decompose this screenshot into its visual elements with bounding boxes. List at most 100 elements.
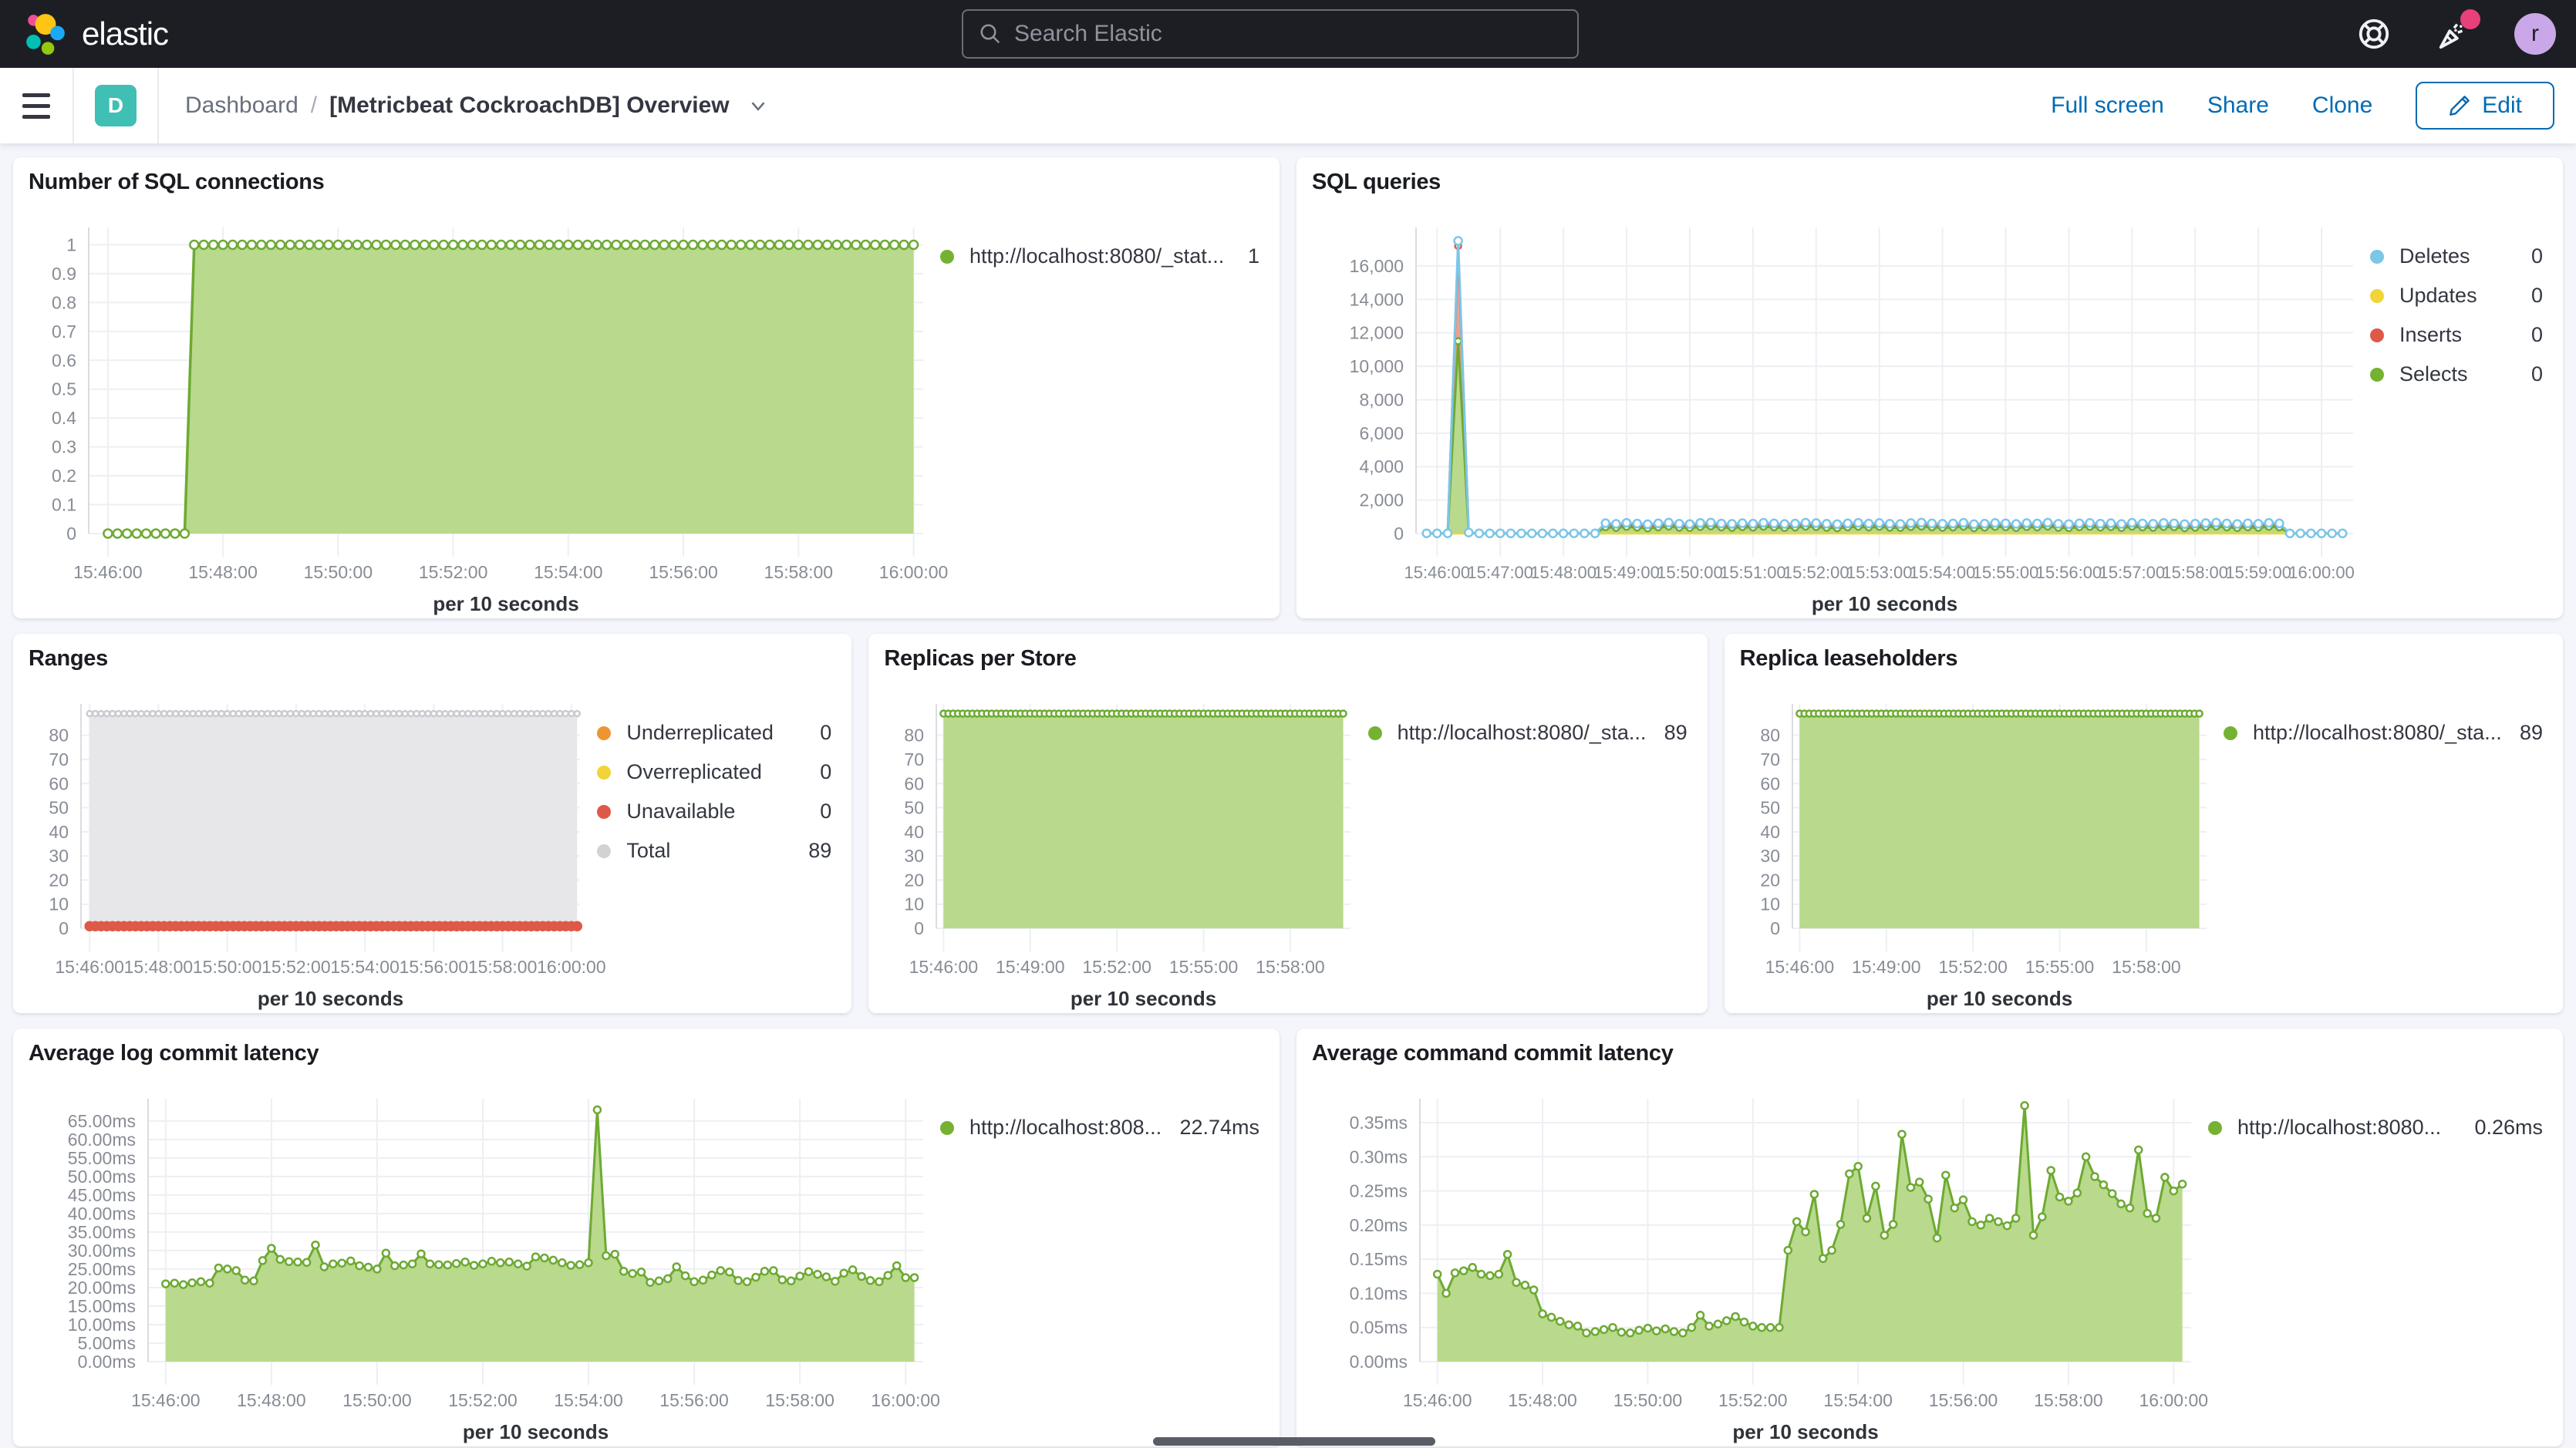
legend-item[interactable]: Updates0 [2370, 284, 2543, 308]
svg-text:15:48:00: 15:48:00 [1530, 563, 1597, 582]
legend-value: 0 [820, 721, 831, 745]
chevron-down-icon[interactable] [747, 94, 770, 117]
share-button[interactable]: Share [2207, 93, 2269, 119]
svg-text:16:00:00: 16:00:00 [2139, 1390, 2209, 1410]
svg-text:15:52:00: 15:52:00 [419, 562, 488, 582]
breadcrumb-separator: / [311, 93, 317, 119]
replicas-per-store-chart[interactable]: 0102030405060708015:46:0015:49:0015:52:0… [884, 672, 1367, 1005]
legend-value: 1 [1248, 244, 1259, 268]
svg-text:50.00ms: 50.00ms [68, 1167, 136, 1187]
chart-legend: http://localhost:8080/_stat... 1 [940, 195, 1264, 611]
svg-text:15:51:00: 15:51:00 [1720, 563, 1786, 582]
legend-item[interactable]: Overreplicated0 [597, 760, 831, 784]
svg-text:15:52:00: 15:52:00 [1783, 563, 1849, 582]
panel-replicas-per-store: Replicas per Store 0102030405060708015:4… [868, 634, 1707, 1013]
global-search-input[interactable]: Search Elastic [962, 9, 1579, 59]
svg-text:15:48:00: 15:48:00 [1508, 1390, 1577, 1410]
svg-text:15:52:00: 15:52:00 [448, 1390, 518, 1410]
svg-text:0.30ms: 0.30ms [1350, 1147, 1408, 1167]
legend-item[interactable]: Total89 [597, 839, 831, 863]
legend-color-dot [597, 805, 611, 819]
horizontal-scrollbar[interactable] [1153, 1437, 1435, 1446]
legend-item[interactable]: http://localhost:808...22.74ms [940, 1116, 1259, 1140]
legend-label: Unavailable [626, 800, 804, 823]
space-badge[interactable]: D [95, 85, 137, 126]
svg-text:15:46:00: 15:46:00 [909, 957, 979, 977]
avg-command-commit-latency-chart[interactable]: 0.00ms0.05ms0.10ms0.15ms0.20ms0.25ms0.30… [1312, 1066, 2208, 1439]
sql-connections-chart[interactable]: 00.10.20.30.40.50.60.70.80.9115:46:0015:… [29, 195, 940, 611]
legend-item[interactable]: http://localhost:8080/_sta...89 [1368, 721, 1688, 745]
legend-value: 0 [820, 760, 831, 784]
sql-queries-chart[interactable]: 02,0004,0006,0008,00010,00012,00014,0001… [1312, 195, 2370, 611]
svg-text:0.35ms: 0.35ms [1350, 1113, 1408, 1133]
elastic-logo[interactable]: elastic [0, 12, 168, 56]
chart-legend: http://localhost:8080/_sta...89 [2224, 672, 2547, 1005]
svg-text:70: 70 [905, 749, 925, 769]
svg-text:15:49:00: 15:49:00 [1852, 957, 1921, 977]
legend-value: 0.26ms [2474, 1116, 2543, 1140]
svg-text:15:46:00: 15:46:00 [1404, 563, 1470, 582]
edit-button[interactable]: Edit [2416, 82, 2554, 130]
whats-new-icon[interactable] [2434, 14, 2474, 54]
legend-color-dot [2370, 250, 2384, 264]
svg-text:40.00ms: 40.00ms [68, 1204, 136, 1224]
svg-text:0.05ms: 0.05ms [1350, 1318, 1408, 1338]
legend-color-dot [2370, 289, 2384, 303]
legend-value: 89 [2520, 721, 2543, 745]
legend-item[interactable]: Inserts0 [2370, 323, 2543, 347]
svg-text:30: 30 [905, 846, 925, 866]
svg-text:15:55:00: 15:55:00 [1169, 957, 1239, 977]
notification-badge [2460, 9, 2480, 29]
legend-item[interactable]: http://localhost:8080... 0.26ms [2208, 1116, 2543, 1140]
legend-item[interactable]: http://localhost:8080/_stat... 1 [940, 244, 1259, 268]
svg-text:per 10 seconds: per 10 seconds [1732, 1420, 1878, 1443]
search-placeholder: Search Elastic [1014, 21, 1162, 47]
svg-text:15:49:00: 15:49:00 [1593, 563, 1660, 582]
panel-title: Number of SQL connections [29, 170, 1264, 195]
svg-text:per 10 seconds: per 10 seconds [463, 1420, 609, 1443]
svg-text:0: 0 [915, 918, 925, 938]
svg-text:per 10 seconds: per 10 seconds [1927, 987, 2072, 1010]
legend-item[interactable]: http://localhost:8080/_sta...89 [2224, 721, 2543, 745]
svg-text:15:58:00: 15:58:00 [2112, 957, 2181, 977]
replica-leaseholders-chart[interactable]: 0102030405060708015:46:0015:49:0015:52:0… [1740, 672, 2224, 1005]
svg-text:15:56:00: 15:56:00 [2036, 563, 2102, 582]
legend-item[interactable]: Deletes0 [2370, 244, 2543, 268]
svg-text:15:48:00: 15:48:00 [237, 1390, 306, 1410]
svg-text:15:56:00: 15:56:00 [400, 957, 469, 977]
svg-text:0.20ms: 0.20ms [1350, 1215, 1408, 1235]
legend-label: http://localhost:8080/_stat... [969, 244, 1232, 268]
svg-text:60.00ms: 60.00ms [68, 1130, 136, 1150]
legend-color-dot [940, 1121, 954, 1135]
svg-text:15:46:00: 15:46:00 [1403, 1390, 1472, 1410]
svg-text:15:54:00: 15:54:00 [554, 1390, 623, 1410]
legend-value: 0 [2531, 362, 2543, 386]
svg-text:15:54:00: 15:54:00 [1823, 1390, 1893, 1410]
chart-legend: http://localhost:808...22.74ms [940, 1066, 1264, 1439]
legend-item[interactable]: Unavailable0 [597, 800, 831, 823]
space-switcher[interactable]: D [74, 68, 159, 143]
avg-log-commit-latency-chart[interactable]: 0.00ms5.00ms10.00ms15.00ms20.00ms25.00ms… [29, 1066, 940, 1439]
legend-value: 22.74ms [1179, 1116, 1259, 1140]
navigation-bar: D Dashboard / [Metricbeat CockroachDB] O… [0, 68, 2576, 143]
ranges-chart[interactable]: 0102030405060708015:46:0015:48:0015:50:0… [29, 672, 597, 1005]
breadcrumb-dashboard-link[interactable]: Dashboard [185, 93, 298, 119]
legend-item[interactable]: Selects0 [2370, 362, 2543, 386]
legend-label: Total [626, 839, 793, 863]
clone-button[interactable]: Clone [2312, 93, 2372, 119]
svg-text:10.00ms: 10.00ms [68, 1315, 136, 1335]
svg-text:0.9: 0.9 [52, 264, 76, 284]
user-avatar[interactable]: r [2514, 13, 2556, 55]
svg-text:2,000: 2,000 [1359, 490, 1404, 510]
full-screen-button[interactable]: Full screen [2051, 93, 2164, 119]
legend-value: 0 [2531, 323, 2543, 347]
legend-label: http://localhost:8080... [2237, 1116, 2459, 1140]
help-icon[interactable] [2354, 14, 2394, 54]
menu-icon[interactable] [0, 68, 74, 143]
svg-text:40: 40 [1760, 822, 1780, 842]
legend-item[interactable]: Underreplicated0 [597, 721, 831, 745]
panel-sql-queries: SQL queries 02,0004,0006,0008,00010,0001… [1296, 157, 2563, 618]
svg-text:15:58:00: 15:58:00 [2034, 1390, 2103, 1410]
svg-text:30: 30 [49, 846, 69, 866]
app-header: elastic Search Elastic [0, 0, 2576, 68]
